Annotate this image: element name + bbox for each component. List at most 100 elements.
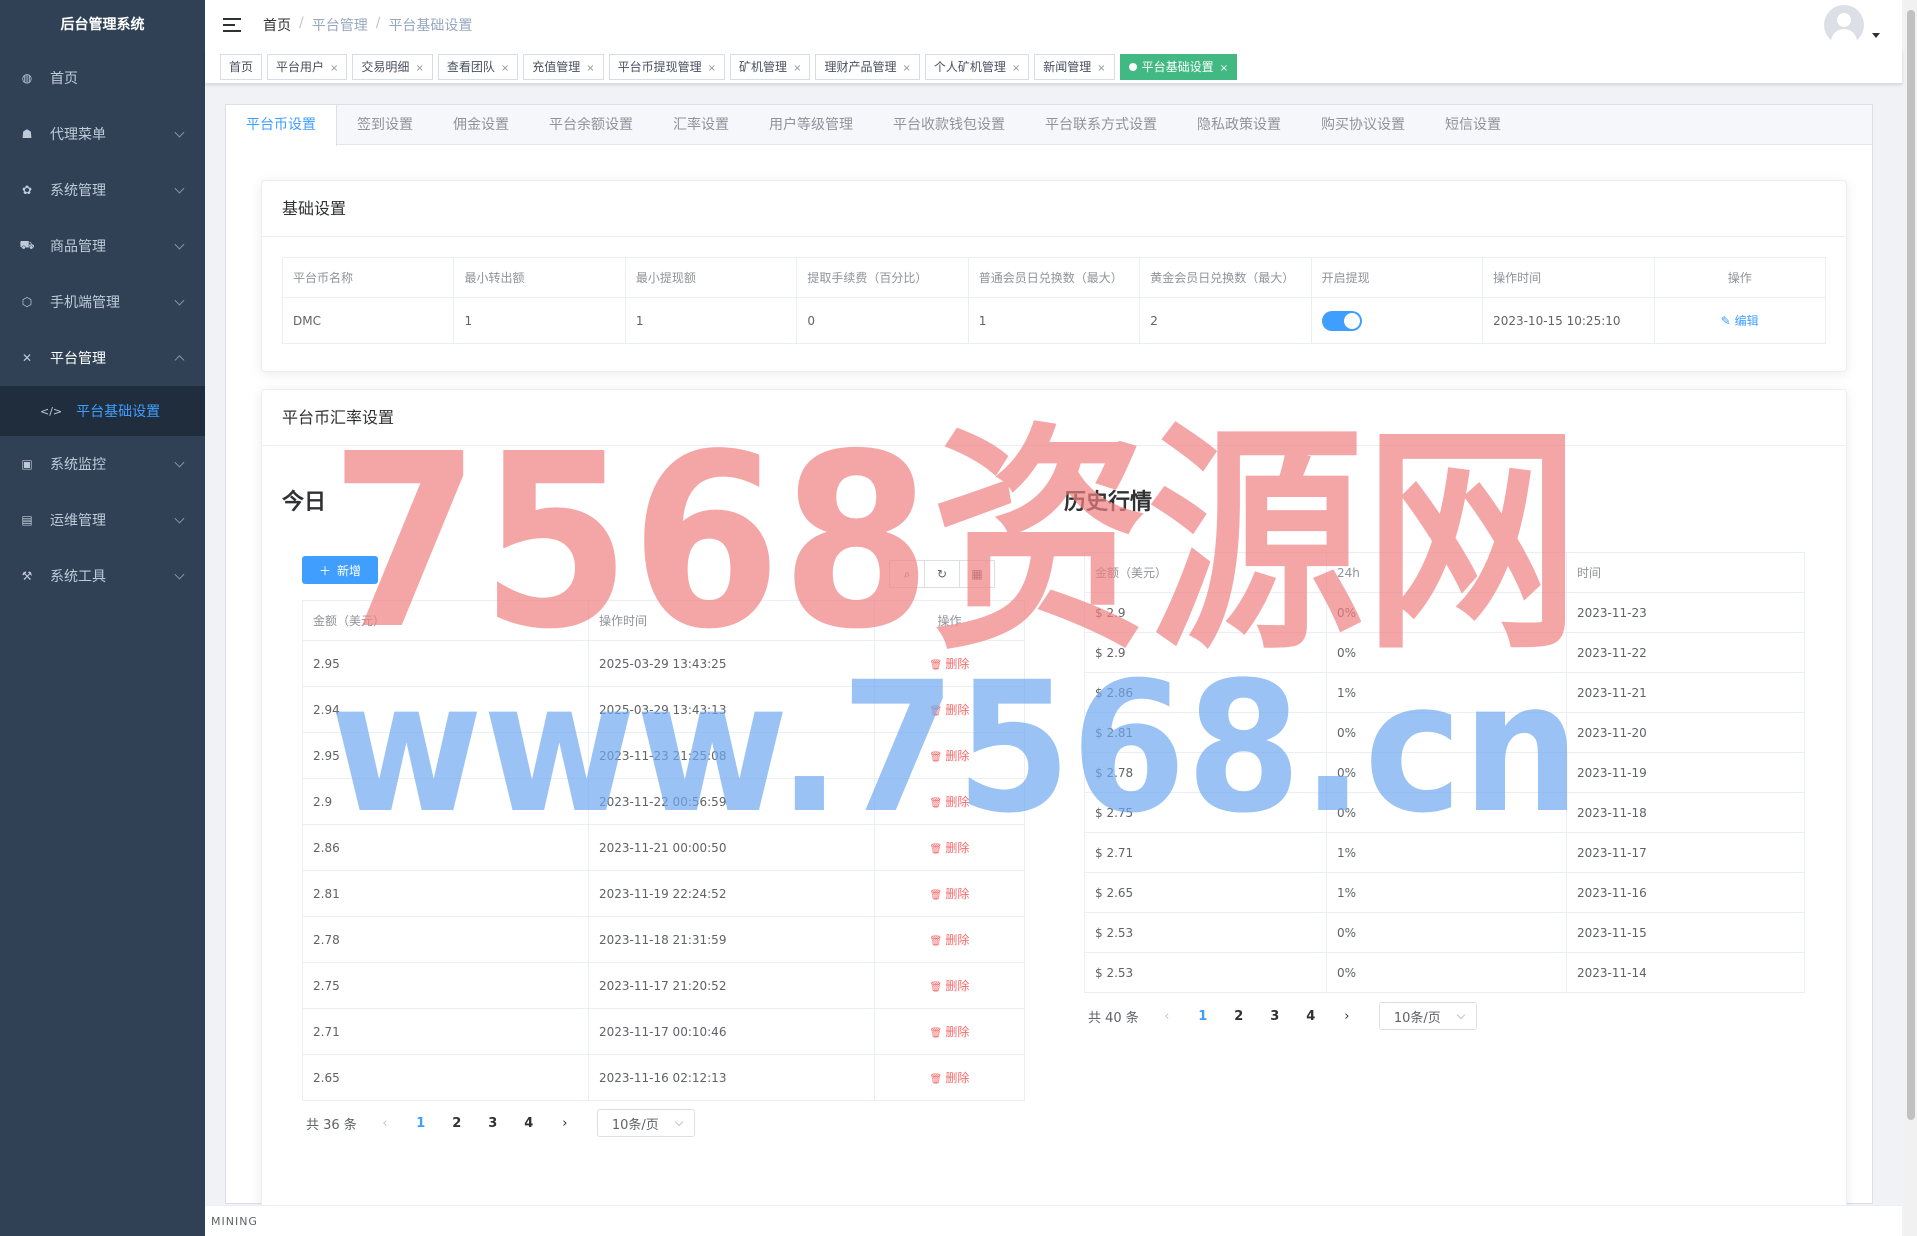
page-number[interactable]: 3 <box>1257 1009 1293 1024</box>
tag-item[interactable]: 矿机管理 × <box>730 53 811 80</box>
tab-item[interactable]: 隐私政策设置 <box>1177 105 1301 144</box>
tag-item[interactable]: 平台币提现管理 × <box>608 53 726 80</box>
tag-item[interactable]: 新闻管理 × <box>1034 53 1115 80</box>
normal-max: 1 <box>967 297 1141 344</box>
close-icon[interactable]: × <box>330 63 338 74</box>
caret-down-icon[interactable] <box>1872 33 1880 38</box>
tab-item[interactable]: 平台联系方式设置 <box>1025 105 1177 144</box>
tab-item[interactable]: 平台币设置 <box>225 105 337 146</box>
close-icon[interactable]: × <box>501 63 509 74</box>
page-number[interactable]: 2 <box>1221 1009 1257 1024</box>
amount-cell: 2.65 <box>302 1054 589 1101</box>
sidebar-subitem-platform-settings[interactable]: </> 平台基础设置 <box>0 386 205 436</box>
tab-item[interactable]: 平台收款钱包设置 <box>873 105 1025 144</box>
page-size-select[interactable]: 10条/页 <box>1378 1002 1477 1030</box>
breadcrumb-item[interactable]: 首页 <box>263 15 291 35</box>
tag-item[interactable]: 充值管理 × <box>523 53 604 80</box>
tab-item[interactable]: 用户等级管理 <box>749 105 873 144</box>
close-icon[interactable]: × <box>1097 63 1105 74</box>
edit-button[interactable]: ✎ 编辑 <box>1721 314 1759 328</box>
hamburger-icon[interactable] <box>223 18 241 32</box>
close-icon[interactable]: × <box>793 63 801 74</box>
chevron-up-icon <box>174 355 185 366</box>
page-number[interactable]: 1 <box>1185 1009 1221 1024</box>
min-out: 1 <box>453 297 626 344</box>
tag-label: 首页 <box>229 59 254 74</box>
date-cell: 2023-11-23 <box>1566 592 1805 633</box>
sidebar-item-ops[interactable]: ▤ 运维管理 <box>0 492 205 548</box>
delete-button[interactable]: 🗑 删除 <box>930 749 970 763</box>
close-icon[interactable]: × <box>586 63 594 74</box>
refresh-icon[interactable]: ↻ <box>924 560 960 588</box>
sidebar-item-agent[interactable]: ☗ 代理菜单 <box>0 106 205 162</box>
sidebar-item-platform[interactable]: ✕ 平台管理 <box>0 330 205 386</box>
delete-button[interactable]: 🗑 删除 <box>930 1071 970 1085</box>
min-withdraw: 1 <box>624 297 798 344</box>
delete-button[interactable]: 🗑 删除 <box>930 887 970 901</box>
price-cell: $ 2.9 <box>1084 632 1327 673</box>
action-cell: ✎ 编辑 <box>1653 297 1826 344</box>
tag-label: 查看团队 <box>446 59 495 74</box>
avatar[interactable] <box>1824 5 1864 45</box>
tab-item[interactable]: 佣金设置 <box>433 105 529 144</box>
sidebar-item-system[interactable]: ✿ 系统管理 <box>0 162 205 218</box>
page-size-select[interactable]: 10条/页 <box>596 1109 695 1137</box>
page-number[interactable]: 3 <box>475 1116 511 1131</box>
sidebar-item-monitor[interactable]: ▣ 系统监控 <box>0 436 205 492</box>
history-table-wrap: 金额（美元） 24h 时间 $ 2.9 0% 2023-11-23 $ 2.9 0% 2023… <box>1084 552 1805 993</box>
delete-button[interactable]: 🗑 删除 <box>930 841 970 855</box>
page-number[interactable]: 1 <box>403 1116 439 1131</box>
tag-item[interactable]: 个人矿机管理 × <box>924 53 1030 80</box>
tab-item[interactable]: 短信设置 <box>1425 105 1521 144</box>
sidebar-item-tools[interactable]: ⚒ 系统工具 <box>0 548 205 604</box>
tab-item[interactable]: 平台余额设置 <box>529 105 653 144</box>
close-icon[interactable]: × <box>1012 63 1020 74</box>
prev-page-icon[interactable]: ‹ <box>367 1116 403 1131</box>
tag-item[interactable]: 交易明细 × <box>352 53 433 80</box>
page-number[interactable]: 4 <box>1293 1009 1329 1024</box>
tab-item[interactable]: 签到设置 <box>337 105 433 144</box>
withdraw-toggle[interactable] <box>1321 310 1362 331</box>
action-cell: 🗑 删除 <box>874 640 1025 687</box>
close-icon[interactable]: × <box>902 63 910 74</box>
delete-button[interactable]: 🗑 删除 <box>930 933 970 947</box>
close-icon[interactable]: × <box>1220 63 1228 74</box>
today-pagination: 共 36 条 ‹ 1 2 3 4 › 10条/页 <box>306 1109 695 1137</box>
tag-item[interactable]: 理财产品管理 × <box>815 53 920 80</box>
scrollbar[interactable] <box>1905 0 1917 1236</box>
tab-item[interactable]: 汇率设置 <box>653 105 749 144</box>
page-number[interactable]: 2 <box>439 1116 475 1131</box>
close-icon[interactable]: × <box>415 63 423 74</box>
sidebar-item-goods[interactable]: ⛟ 商品管理 <box>0 218 205 274</box>
scrollbar-thumb[interactable] <box>1907 10 1915 1120</box>
table-row: 2.78 2023-11-18 21:31:59 🗑 删除 <box>302 916 1025 963</box>
fee: 0 <box>796 297 969 344</box>
table-row: 2.94 2025-03-29 13:43:13 🗑 删除 <box>302 686 1025 733</box>
delete-button[interactable]: 🗑 删除 <box>930 1025 970 1039</box>
sidebar-item-home[interactable]: ◍ 首页 <box>0 50 205 106</box>
tag-item[interactable]: 首页 <box>220 53 263 80</box>
next-page-icon[interactable]: › <box>547 1116 583 1131</box>
close-icon[interactable]: × <box>708 63 716 74</box>
delete-button[interactable]: 🗑 删除 <box>930 657 970 671</box>
tag-item[interactable]: 平台基础设置 × <box>1119 53 1238 80</box>
delete-button[interactable]: 🗑 删除 <box>930 795 970 809</box>
table-row: $ 2.71 1% 2023-11-17 <box>1084 832 1805 873</box>
prev-page-icon[interactable]: ‹ <box>1149 1009 1185 1024</box>
change-cell: 0% <box>1326 632 1567 673</box>
search-icon[interactable]: ⌕ <box>889 560 925 588</box>
page-number[interactable]: 4 <box>511 1116 547 1131</box>
tab-item[interactable]: 购买协议设置 <box>1301 105 1425 144</box>
price-cell: $ 2.53 <box>1084 912 1327 953</box>
delete-button[interactable]: 🗑 删除 <box>930 703 970 717</box>
edit-icon: ✎ <box>1720 314 1735 328</box>
next-page-icon[interactable]: › <box>1329 1009 1365 1024</box>
change-cell: 0% <box>1326 752 1567 793</box>
tag-item[interactable]: 平台用户 × <box>267 53 348 80</box>
sidebar-item-mobile[interactable]: ⬡ 手机端管理 <box>0 274 205 330</box>
tag-item[interactable]: 查看团队 × <box>437 53 519 80</box>
add-button[interactable]: ＋新增 <box>302 556 378 584</box>
delete-button[interactable]: 🗑 删除 <box>930 979 970 993</box>
sidebar-item-label: 首页 <box>50 71 78 87</box>
columns-icon[interactable]: ▦ <box>959 560 995 588</box>
